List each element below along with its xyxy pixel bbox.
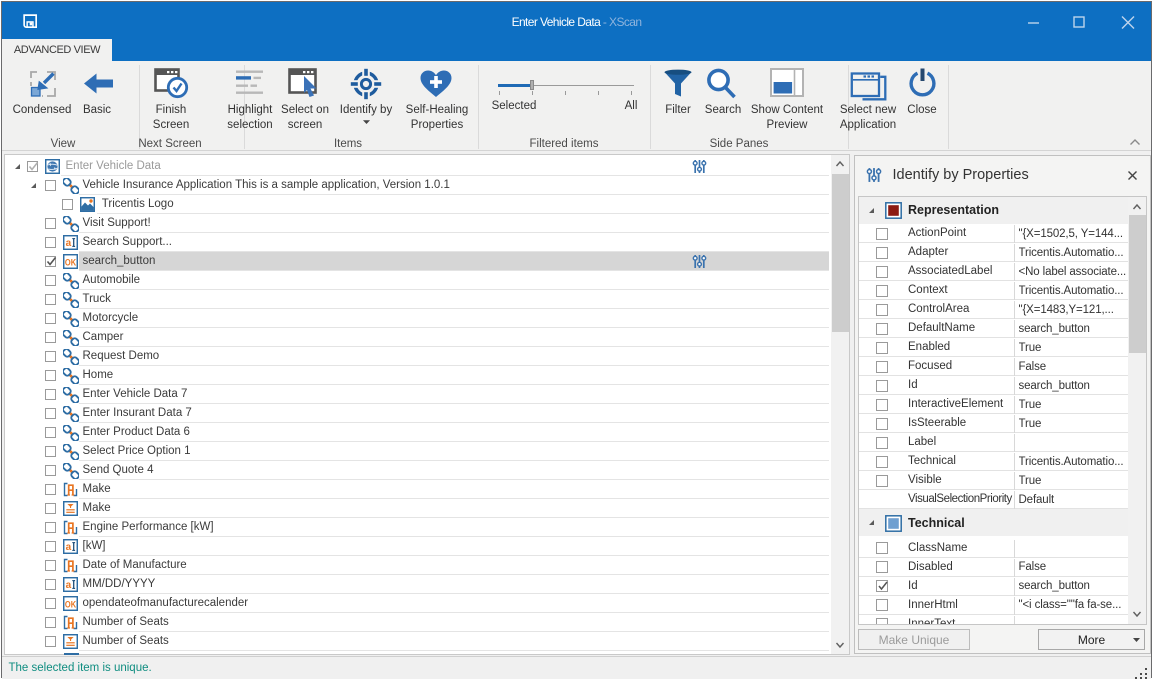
svg-text:a: a — [65, 542, 71, 553]
svg-text:a: a — [65, 238, 71, 249]
svg-text:a: a — [65, 580, 71, 591]
svg-text:OK: OK — [64, 599, 75, 610]
svg-text:OK: OK — [64, 257, 75, 268]
